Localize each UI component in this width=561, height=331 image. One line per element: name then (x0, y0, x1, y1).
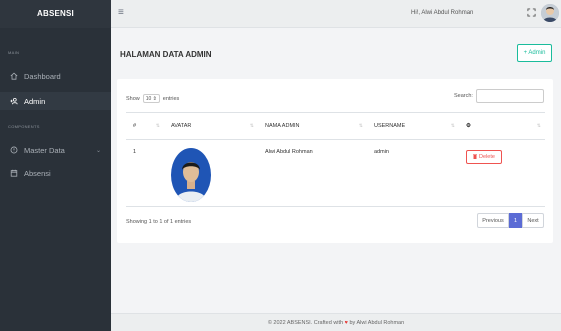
sidebar-item-label: Master Data (24, 145, 65, 155)
entries-label: entries (162, 95, 180, 102)
pagination-next[interactable]: Next (522, 213, 544, 228)
entries-length-select[interactable]: 10 ⇕ (142, 94, 160, 103)
sidebar: ABSENSI MAIN Dashboard Admin COMPONENTS … (0, 0, 111, 331)
admin-table: # ⇅ AVATAR ⇅ NAMA ADMIN ⇅ USERNAME ⇅ ⚙ ⇅ 1 (126, 112, 545, 207)
fullscreen-icon[interactable] (527, 8, 536, 19)
table-row: 1 Alwi Abdul Rohman admin Delete (126, 139, 545, 207)
brand-logo[interactable]: ABSENSI (0, 0, 111, 28)
entries-length-value: 10 (145, 95, 152, 102)
search-control: Search: (454, 89, 544, 103)
column-header-nama-admin[interactable]: NAMA ADMIN ⇅ (258, 112, 367, 140)
show-label: Show (126, 95, 140, 102)
trash-icon (473, 153, 478, 161)
heart-icon: ♥ (344, 320, 348, 326)
column-header-number[interactable]: # ⇅ (126, 112, 164, 140)
sidebar-item-dashboard[interactable]: Dashboard (0, 67, 111, 85)
sort-icon: ⇅ (249, 123, 254, 129)
user-add-icon (9, 97, 18, 105)
sidebar-item-admin[interactable]: Admin (0, 92, 111, 110)
sidebar-item-master-data[interactable]: Master Data ⌄ (0, 141, 111, 159)
chevron-down-icon: ⌄ (95, 147, 101, 154)
layers-icon (9, 146, 18, 154)
cell-nama-admin: Alwi Abdul Rohman (258, 139, 367, 207)
delete-button[interactable]: Delete (466, 150, 502, 164)
cell-avatar (164, 139, 258, 207)
cell-number: 1 (126, 139, 164, 207)
user-greeting: Hi!, Alwi Abdul Rohman (411, 10, 474, 16)
column-header-username[interactable]: USERNAME ⇅ (367, 112, 459, 140)
table-header-row: # ⇅ AVATAR ⇅ NAMA ADMIN ⇅ USERNAME ⇅ ⚙ ⇅ (126, 112, 545, 140)
cell-actions: Delete (459, 139, 545, 207)
page-title: HALAMAN DATA ADMIN (120, 50, 212, 59)
footer: © 2022 ABSENSI. Crafted with ♥ by Alwi A… (111, 313, 561, 331)
sidebar-item-label: Absensi (24, 168, 51, 178)
search-label: Search: (454, 93, 473, 99)
table-info: Showing 1 to 1 of 1 entries (126, 219, 192, 225)
sidebar-item-label: Dashboard (24, 71, 61, 81)
delete-button-label: Delete (479, 154, 495, 160)
admin-avatar-photo (171, 148, 211, 202)
section-label-main: MAIN (8, 50, 20, 55)
sort-icon: ⇅ (536, 123, 541, 129)
hamburger-icon[interactable]: ≡ (118, 7, 124, 18)
sort-icon: ⇅ (450, 123, 455, 129)
admin-table-card: Show 10 ⇕ entries Search: # ⇅ AVATAR ⇅ NAM… (117, 79, 553, 243)
topbar: ≡ Hi!, Alwi Abdul Rohman (111, 0, 561, 28)
column-header-actions[interactable]: ⚙ ⇅ (459, 112, 545, 140)
sidebar-item-label: Admin (24, 96, 46, 106)
sidebar-item-absensi[interactable]: Absensi (0, 164, 111, 182)
footer-text-after: by Alwi Abdul Rohman (349, 320, 405, 326)
avatar[interactable] (541, 4, 559, 22)
gear-icon: ⚙ (466, 123, 471, 129)
pagination-page-1[interactable]: 1 (509, 213, 522, 228)
entries-length-control: Show 10 ⇕ entries (126, 94, 179, 103)
pagination-previous[interactable]: Previous (477, 213, 509, 228)
section-label-components: COMPONENTS (8, 124, 40, 129)
sort-icon: ⇅ (155, 123, 160, 129)
footer-text-before: © 2022 ABSENSI. Crafted with (267, 320, 344, 326)
sort-icon: ⇅ (358, 123, 363, 129)
column-header-avatar[interactable]: AVATAR ⇅ (164, 112, 258, 140)
calendar-icon (9, 169, 18, 177)
search-input[interactable] (475, 89, 544, 103)
pagination: Previous 1 Next (477, 213, 544, 228)
home-icon (9, 72, 18, 80)
cell-username: admin (367, 139, 459, 207)
add-admin-button[interactable]: + Admin (517, 44, 552, 62)
